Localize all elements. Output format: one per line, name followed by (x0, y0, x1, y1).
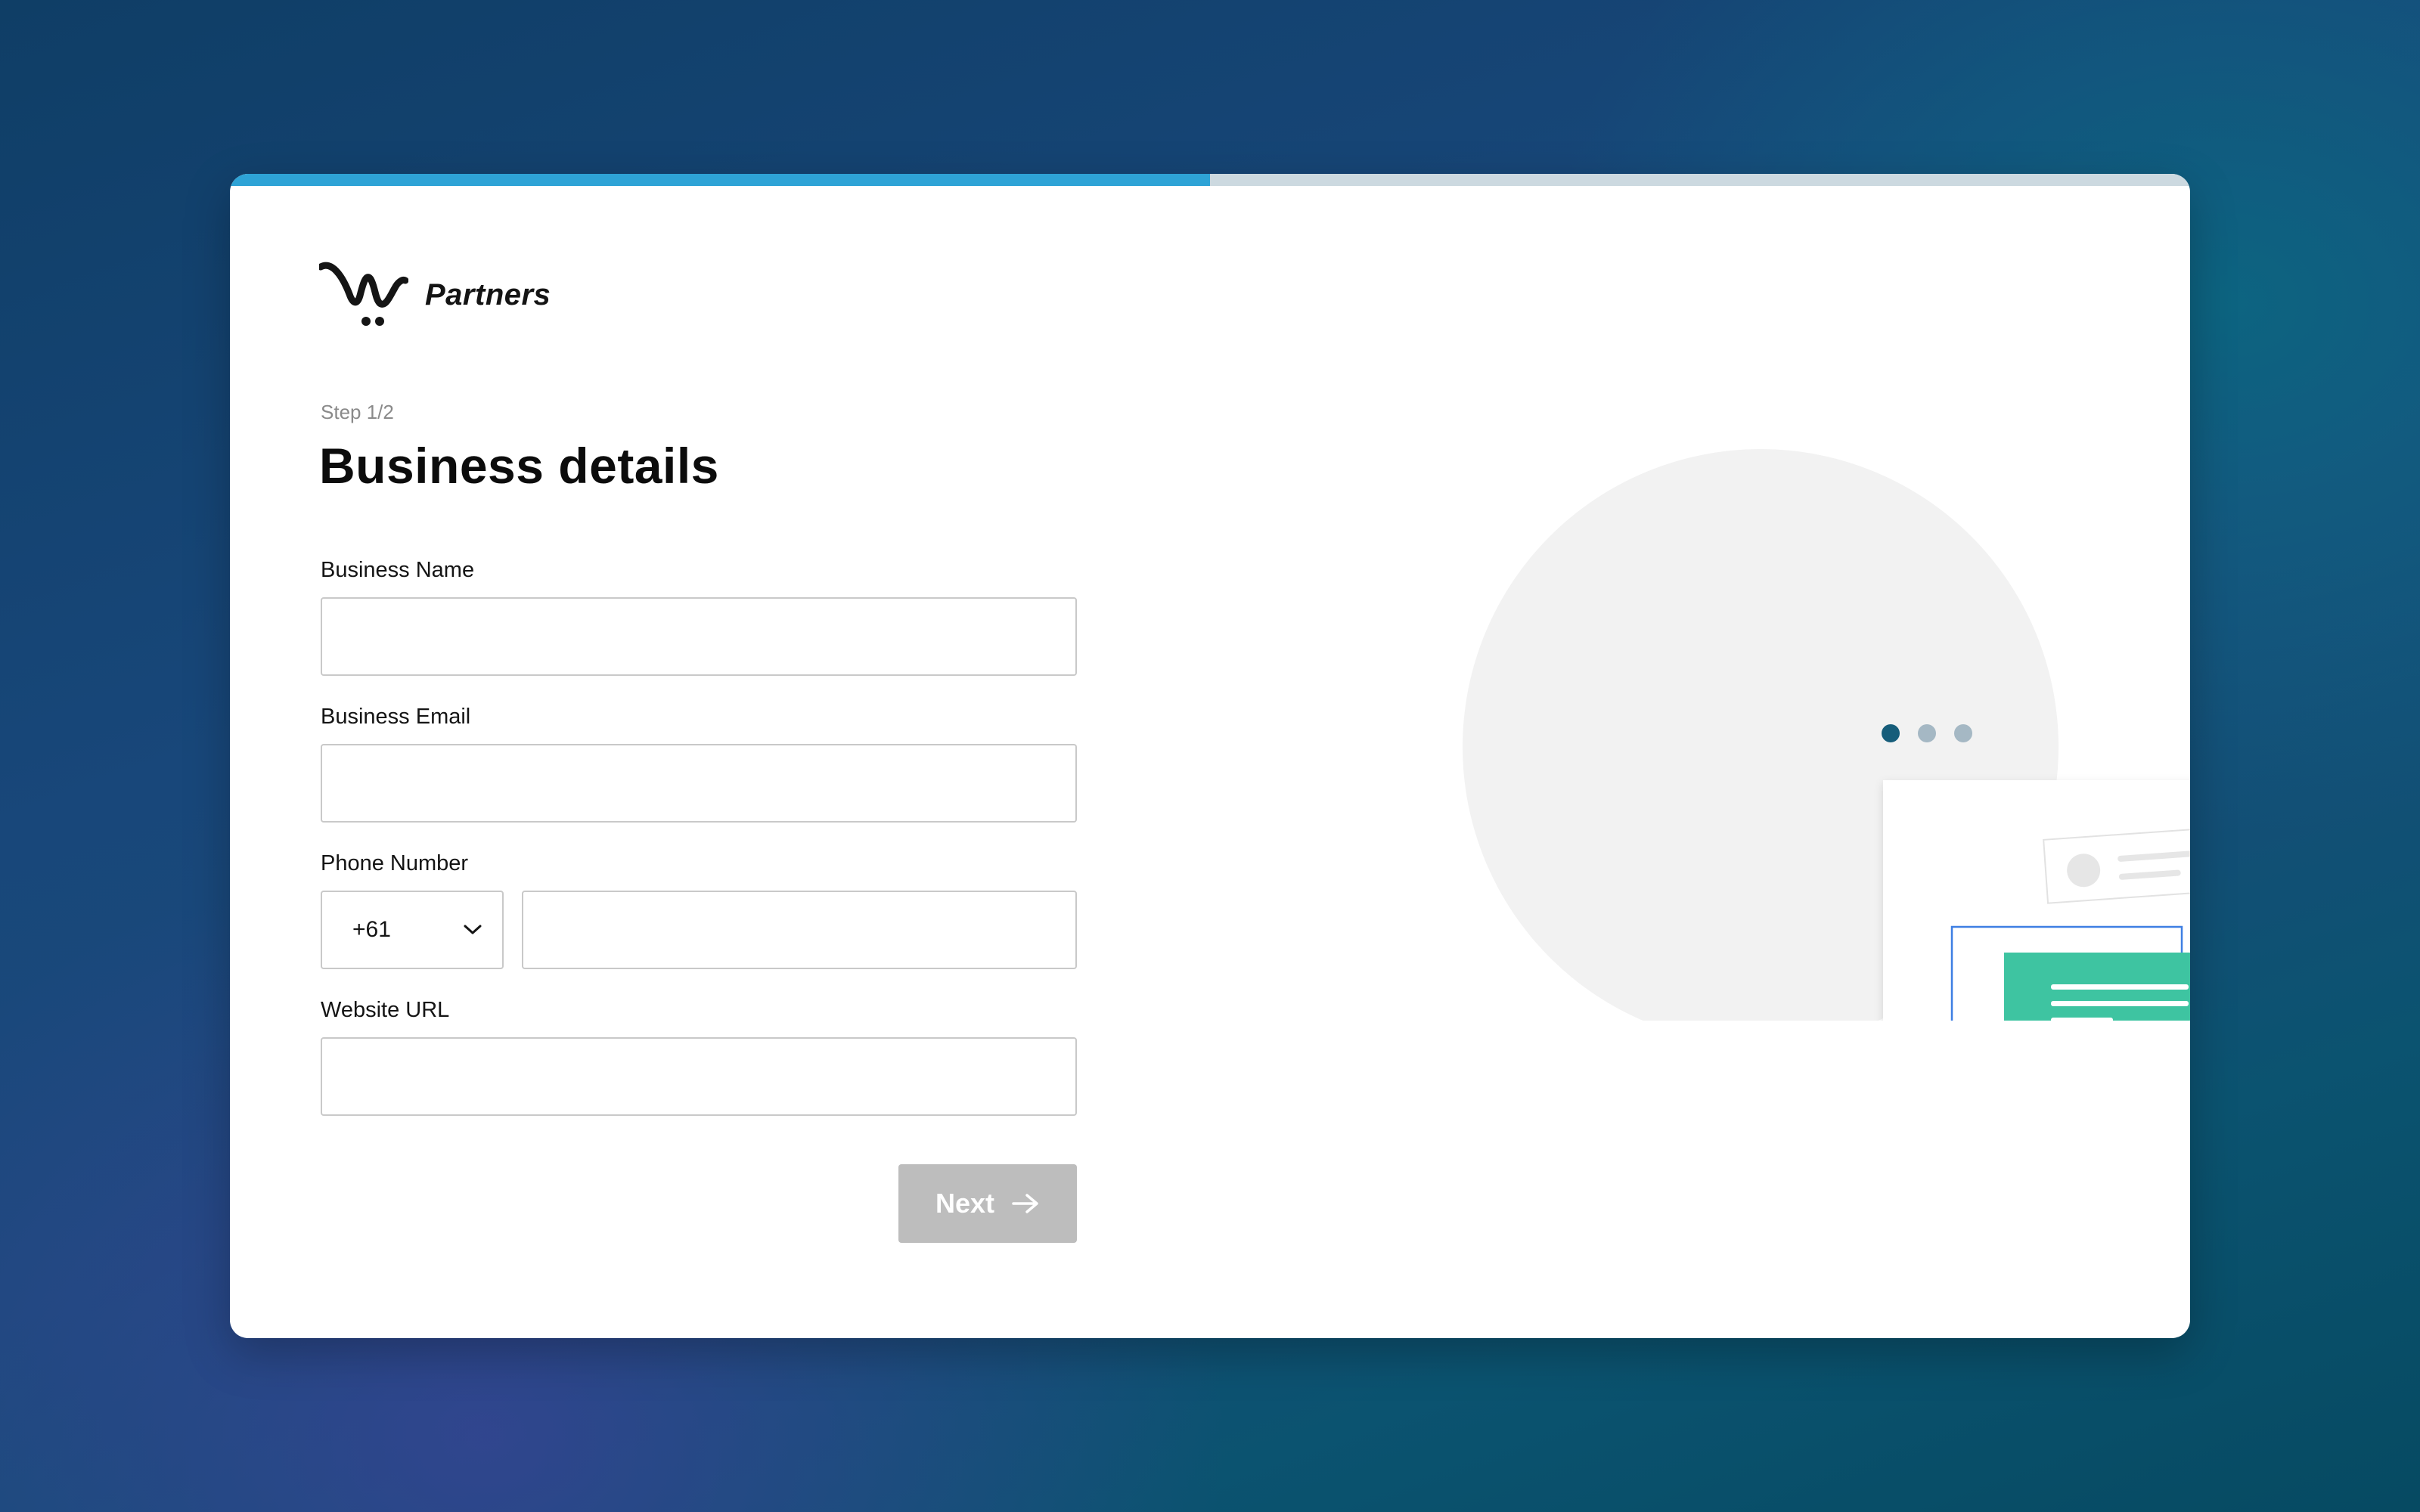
progress-bar-fill (230, 174, 1210, 186)
w-cart-logo-icon (319, 262, 408, 326)
green-message-card (2004, 953, 2190, 1021)
country-code-select[interactable]: +61 (321, 891, 504, 969)
carousel-dot (1918, 724, 1936, 742)
business-email-input[interactable] (321, 744, 1077, 823)
country-code-value: +61 (352, 917, 391, 942)
phone-number-input[interactable] (522, 891, 1077, 969)
page-title: Business details (319, 438, 719, 494)
carousel-dot (1954, 724, 1972, 742)
business-name-input[interactable] (321, 597, 1077, 676)
website-url-input[interactable] (321, 1037, 1077, 1116)
onboarding-card: Partners Step 1/2 Business details Busin… (230, 174, 2190, 1338)
brand-name: Partners (425, 277, 551, 311)
next-button-label: Next (935, 1188, 995, 1219)
chevron-down-icon (464, 925, 482, 934)
step-indicator: Step 1/2 (321, 401, 394, 423)
next-button[interactable]: Next (898, 1164, 1077, 1243)
onboarding-illustration (1463, 449, 2190, 1021)
phone-number-label: Phone Number (321, 851, 469, 875)
business-name-label: Business Name (321, 558, 475, 582)
progress-bar (230, 174, 2190, 186)
business-email-label: Business Email (321, 705, 471, 729)
carousel-dots (1882, 724, 1972, 742)
brand: Partners (319, 257, 551, 333)
website-url-label: Website URL (321, 998, 450, 1022)
arrow-right-icon (1012, 1194, 1038, 1213)
carousel-dot-active (1882, 724, 1900, 742)
